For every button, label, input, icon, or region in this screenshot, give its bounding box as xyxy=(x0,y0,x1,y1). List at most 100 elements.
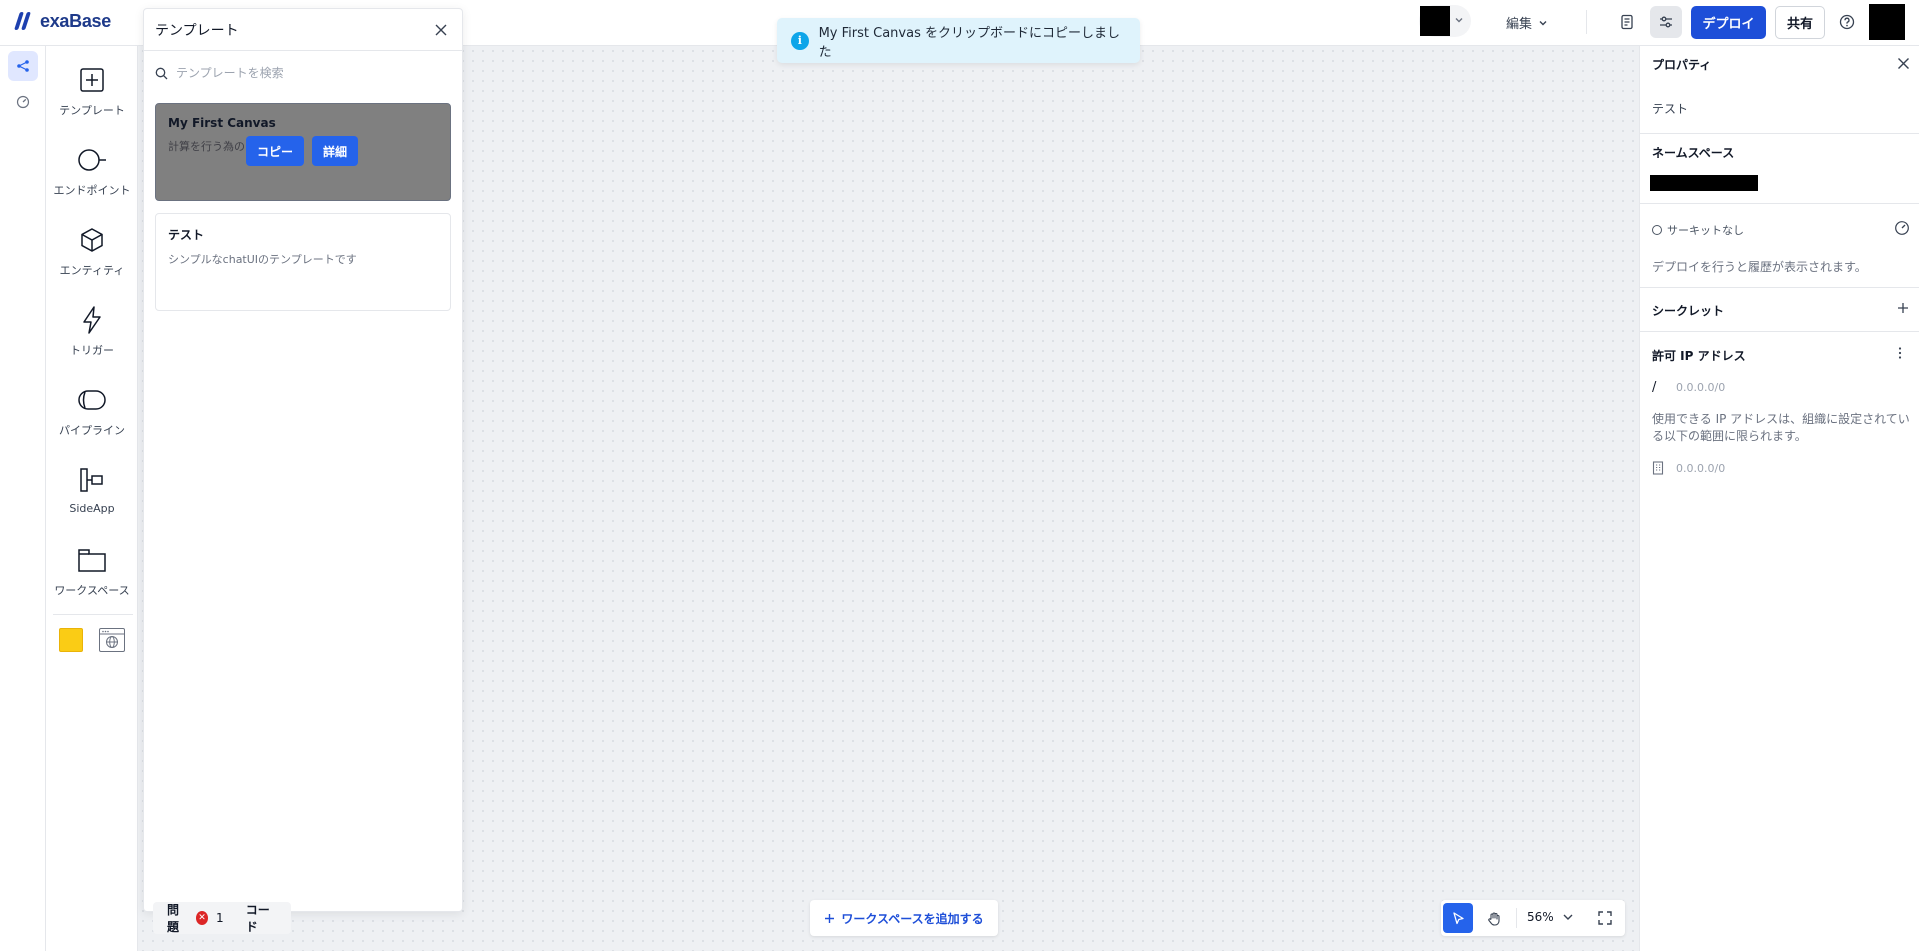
allowed-ip-title: 許可 IP アドレス xyxy=(1652,349,1746,363)
document-button[interactable] xyxy=(1611,6,1643,38)
template-panel-header: テンプレート xyxy=(144,9,462,51)
section-divider xyxy=(1640,203,1919,204)
add-workspace-label: ワークスペースを追加する xyxy=(841,911,984,926)
namespace-title: ネームスペース xyxy=(1652,146,1735,160)
hand-icon xyxy=(1487,911,1500,926)
help-icon xyxy=(1839,14,1855,30)
close-icon[interactable] xyxy=(431,20,451,40)
secret-title: シークレット xyxy=(1652,304,1725,318)
template-panel-title: テンプレート xyxy=(155,22,239,39)
template-card-actions: コピー 詳細 xyxy=(246,136,358,166)
more-options-icon[interactable] xyxy=(1898,346,1908,360)
allowed-ip-row[interactable]: / 0.0.0.0/0 xyxy=(1652,380,1725,395)
chevron-down-icon xyxy=(1454,15,1464,28)
select-tool-button[interactable] xyxy=(1443,903,1473,933)
zoom-level: 56% xyxy=(1527,910,1554,924)
toolbox-label: テンプレート xyxy=(59,104,125,117)
document-icon xyxy=(1621,14,1633,30)
section-divider xyxy=(1640,287,1919,288)
brand-name: exaBase xyxy=(40,10,111,31)
deploy-history-note: デプロイを行うと履歴が表示されます。 xyxy=(1652,260,1867,274)
template-search-input[interactable] xyxy=(176,66,436,80)
allowed-ip-value: 0.0.0.0/0 xyxy=(1676,381,1726,394)
toolbox-label: トリガー xyxy=(70,344,114,357)
add-workspace-button[interactable]: ワークスペースを追加する xyxy=(810,900,998,936)
toolbox-label: エンティティ xyxy=(59,264,125,277)
endpoint-icon xyxy=(78,149,106,171)
user-avatar[interactable] xyxy=(1869,4,1905,40)
template-card-name: テスト xyxy=(168,228,205,242)
copy-template-button[interactable]: コピー xyxy=(246,136,304,166)
sideapp-icon xyxy=(80,468,103,492)
toolbox-item-endpoint[interactable]: エンドポイント xyxy=(47,142,137,198)
zoom-dropdown[interactable]: 56% xyxy=(1527,910,1574,924)
deploy-button[interactable]: デプロイ xyxy=(1691,6,1766,39)
share-button[interactable]: 共有 xyxy=(1775,6,1825,39)
gauge-icon[interactable] xyxy=(1894,220,1910,236)
circuit-label: サーキットなし xyxy=(1667,224,1744,237)
workspace-selector[interactable] xyxy=(1419,5,1471,37)
toolbox-item-sideapp[interactable]: SideApp xyxy=(47,462,137,515)
toolbox-label: ワークスペース xyxy=(54,584,130,597)
code-tab[interactable]: コード xyxy=(246,901,277,935)
toolbox-item-pipeline[interactable]: パイプライン xyxy=(47,382,137,438)
edit-menu-dropdown[interactable]: 編集 xyxy=(1506,13,1548,32)
exabase-logo-icon xyxy=(14,10,34,32)
section-divider xyxy=(1640,133,1919,134)
help-button[interactable] xyxy=(1831,6,1863,38)
node-name[interactable]: テスト xyxy=(1652,100,1688,117)
add-secret-button[interactable] xyxy=(1896,301,1910,315)
search-icon xyxy=(155,67,168,79)
info-icon: i xyxy=(791,31,809,50)
workspace-avatar xyxy=(1420,6,1450,36)
settings-panel-button[interactable] xyxy=(1650,6,1682,38)
template-card[interactable]: My First Canvas 計算を行う為の コピー 詳細 xyxy=(155,103,451,201)
toolbox-item-entity[interactable]: エンティティ xyxy=(47,222,137,278)
web-app-icon[interactable] xyxy=(99,628,125,652)
component-toolbox: テンプレート エンドポイント エンティティ トリガー パイプライン SideAp… xyxy=(47,46,138,951)
folder-icon xyxy=(78,549,106,572)
chevron-down-icon xyxy=(1563,914,1573,920)
canvas-nav-button[interactable] xyxy=(8,51,38,81)
issues-tab[interactable]: 問題 xyxy=(167,901,188,935)
ip-range-note: 使用できる IP アドレスは、組織に設定されている以下の範囲に限られます。 xyxy=(1652,412,1910,443)
brand-logo[interactable]: exaBase xyxy=(14,10,111,32)
toolbox-item-workspace[interactable]: ワークスペース xyxy=(47,542,137,598)
template-card[interactable]: テスト シンプルなchatUIのテンプレートです xyxy=(155,213,451,311)
properties-panel: プロパティ テスト ネームスペース サーキットなし デプロイを行うと履歴が表示さ… xyxy=(1639,46,1919,951)
view-controls-divider xyxy=(1516,908,1517,928)
cube-icon xyxy=(81,228,103,252)
close-icon[interactable] xyxy=(1894,54,1912,72)
toolbox-label: パイプライン xyxy=(59,424,125,437)
monitor-nav-button[interactable] xyxy=(8,87,38,117)
edit-menu-label: 編集 xyxy=(1506,17,1533,32)
template-card-name: My First Canvas xyxy=(168,116,276,130)
plus-square-icon xyxy=(80,68,104,92)
fullscreen-icon xyxy=(1598,911,1612,925)
pipeline-icon xyxy=(78,390,106,410)
sticky-note-icon[interactable] xyxy=(59,628,83,652)
toolbox-item-trigger[interactable]: トリガー xyxy=(47,302,137,358)
circuit-status: サーキットなし xyxy=(1652,222,1744,238)
node-graph-icon xyxy=(17,60,29,72)
primary-nav-rail xyxy=(0,46,46,951)
error-icon: ✕ xyxy=(195,911,209,925)
pan-tool-button[interactable] xyxy=(1479,903,1509,933)
org-ip-value: 0.0.0.0/0 xyxy=(1676,461,1726,475)
issues-bar: 問題 ✕ 1 コード xyxy=(153,902,291,934)
fit-view-button[interactable] xyxy=(1591,904,1619,932)
section-divider xyxy=(1640,331,1919,332)
circle-icon xyxy=(1652,225,1662,235)
ip-prefix: / xyxy=(1652,380,1657,395)
lightning-icon xyxy=(83,306,101,334)
toolbox-label: SideApp xyxy=(69,502,115,515)
plus-icon xyxy=(825,913,835,923)
copy-success-toast: i My First Canvas をクリップボードにコピーしました xyxy=(777,18,1140,63)
chevron-down-icon xyxy=(1539,20,1547,25)
properties-title: プロパティ xyxy=(1652,58,1712,72)
template-detail-button[interactable]: 詳細 xyxy=(312,136,358,166)
org-ip-row: 0.0.0.0/0 xyxy=(1652,461,1725,475)
namespace-value[interactable] xyxy=(1650,175,1758,191)
sliders-icon xyxy=(1660,16,1672,28)
toolbox-item-template[interactable]: テンプレート xyxy=(47,62,137,118)
